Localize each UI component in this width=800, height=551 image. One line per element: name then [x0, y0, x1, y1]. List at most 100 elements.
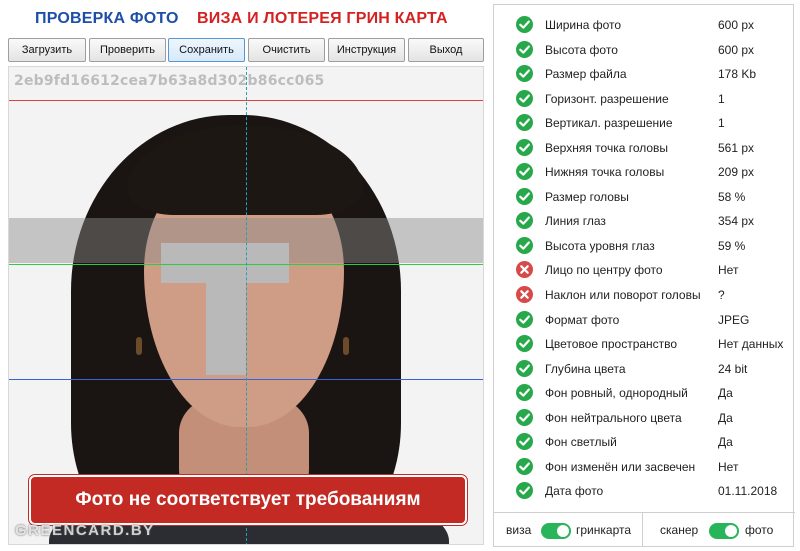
check-label: Размер головы [545, 189, 629, 204]
check-label: Фон изменён или засвечен [545, 459, 696, 474]
check-row: Фон изменён или засвечен Нет [494, 455, 795, 480]
check-ok-icon [516, 40, 533, 58]
check-label: Фон светлый [545, 435, 617, 450]
check-value: Нет [718, 459, 739, 474]
checks-panel: Ширина фото 600 px Высота фото 600 px Размер… [493, 4, 795, 547]
check-button[interactable]: Проверить [89, 38, 166, 62]
app-title: ПРОВЕРКА ФОТО ВИЗА И ЛОТЕРЕЯ ГРИН КАРТА [0, 8, 490, 30]
check-ok-icon [516, 335, 533, 353]
save-button[interactable]: Сохранить [168, 38, 245, 62]
watermark: GREENCARD.BY [15, 522, 155, 539]
face-mask-bar [161, 243, 289, 283]
check-value: 58 % [718, 189, 746, 204]
title-visa-lottery: ВИЗА И ЛОТЕРЕЯ ГРИН КАРТА [197, 10, 448, 27]
check-ok-icon [516, 138, 533, 156]
check-row: Глубина цвета 24 bit [494, 357, 795, 382]
check-value: 1 [718, 91, 725, 106]
check-label: Наклон или поворот головы [545, 288, 701, 303]
check-label: Глубина цвета [545, 361, 626, 376]
check-label: Нижняя точка головы [545, 165, 665, 180]
check-label: Верхняя точка головы [545, 140, 669, 155]
check-ok-icon [516, 310, 533, 328]
check-value: 600 px [718, 42, 755, 57]
check-label: Ширина фото [545, 18, 622, 32]
check-row: Фон ровный, однородный Да [494, 381, 795, 406]
check-ok-icon [516, 16, 533, 33]
check-ok-icon [516, 359, 533, 377]
check-ok-icon [516, 384, 533, 402]
check-value: Да [718, 410, 733, 425]
check-label: Линия глаз [545, 214, 606, 229]
check-row: Формат фото JPEG [494, 308, 795, 333]
check-ok-icon [516, 163, 533, 181]
check-label: Дата фото [545, 484, 604, 499]
check-row: Ширина фото 600 px [494, 13, 795, 38]
check-fail-icon [516, 286, 533, 304]
check-value: Да [718, 386, 733, 401]
source-photo-label: фото [745, 523, 774, 537]
check-value: 178 Kb [718, 67, 757, 82]
source-toggle-knob [725, 525, 737, 537]
earring-left [136, 337, 142, 355]
check-ok-icon [516, 482, 533, 500]
result-banner: Фото не соответствует требованиям [29, 475, 467, 525]
checks-list: Ширина фото 600 px Высота фото 600 px Размер… [494, 13, 795, 504]
face-mask-stem [206, 283, 246, 375]
check-ok-icon [516, 212, 533, 230]
check-value: 600 px [718, 18, 755, 32]
check-label: Горизонт. разрешение [545, 91, 669, 106]
check-label: Размер файла [545, 67, 627, 82]
photo-preview[interactable]: 2eb9fd16612cea7b63a8d302b86cc065 Фото не… [8, 66, 484, 545]
check-row: Размер головы 58 % [494, 185, 795, 210]
check-ok-icon [516, 187, 533, 205]
check-row: Цветовое пространство Нет данных [494, 332, 795, 357]
mode-toggle[interactable] [541, 523, 571, 539]
mode-toggle-knob [557, 525, 569, 537]
check-ok-icon [516, 236, 533, 254]
check-value: Нет [718, 263, 739, 278]
check-label: Формат фото [545, 312, 620, 327]
check-ok-icon [516, 89, 533, 107]
check-value: 01.11.2018 [718, 484, 778, 499]
check-value: ? [718, 288, 725, 303]
clear-button[interactable]: Очистить [248, 38, 325, 62]
check-row: Высота уровня глаз 59 % [494, 234, 795, 259]
photo-hash: 2eb9fd16612cea7b63a8d302b86cc065 [14, 73, 325, 89]
check-row: Фон нейтрального цвета Да [494, 406, 795, 431]
check-row: Фон светлый Да [494, 430, 795, 455]
check-row: Размер файла 178 Kb [494, 62, 795, 87]
check-ok-icon [516, 65, 533, 83]
mode-greencard-label: гринкарта [576, 523, 632, 537]
check-row: Высота фото 600 px [494, 38, 795, 63]
check-label: Фон нейтрального цвета [545, 410, 682, 425]
toolbar: Загрузить Проверить Сохранить Очистить И… [8, 38, 484, 62]
check-label: Высота фото [545, 42, 618, 57]
source-toggle[interactable] [709, 523, 739, 539]
photo-check-app: ПРОВЕРКА ФОТО ВИЗА И ЛОТЕРЕЯ ГРИН КАРТА … [0, 0, 800, 551]
check-row: Дата фото 01.11.2018 [494, 479, 795, 504]
instruction-button[interactable]: Инструкция [328, 38, 405, 62]
check-row: Верхняя точка головы 561 px [494, 136, 795, 161]
check-label: Вертикал. разрешение [545, 116, 673, 131]
check-value: JPEG [718, 312, 750, 327]
check-ok-icon [516, 114, 533, 132]
check-row: Горизонт. разрешение 1 [494, 87, 795, 112]
center-guide-line [246, 67, 247, 544]
check-fail-icon [516, 261, 533, 279]
load-button[interactable]: Загрузить [8, 38, 86, 62]
check-value: 209 px [718, 165, 755, 180]
check-row: Лицо по центру фото Нет [494, 258, 795, 283]
check-value: Да [718, 435, 733, 450]
check-ok-icon [516, 433, 533, 451]
toggle-bar: виза гринкарта сканер фото [494, 513, 795, 547]
exit-button[interactable]: Выход [408, 38, 484, 62]
check-row: Наклон или поворот головы? [494, 283, 795, 308]
check-ok-icon [516, 457, 533, 475]
title-photo-check: ПРОВЕРКА ФОТО [35, 10, 179, 27]
check-label: Цветовое пространство [545, 337, 678, 352]
source-scanner-label: сканер [660, 523, 699, 537]
check-row: Линия глаз 354 px [494, 209, 795, 234]
mode-visa-label: виза [506, 523, 532, 537]
check-row: Вертикал. разрешение 1 [494, 111, 795, 136]
check-label: Фон ровный, однородный [545, 386, 688, 401]
